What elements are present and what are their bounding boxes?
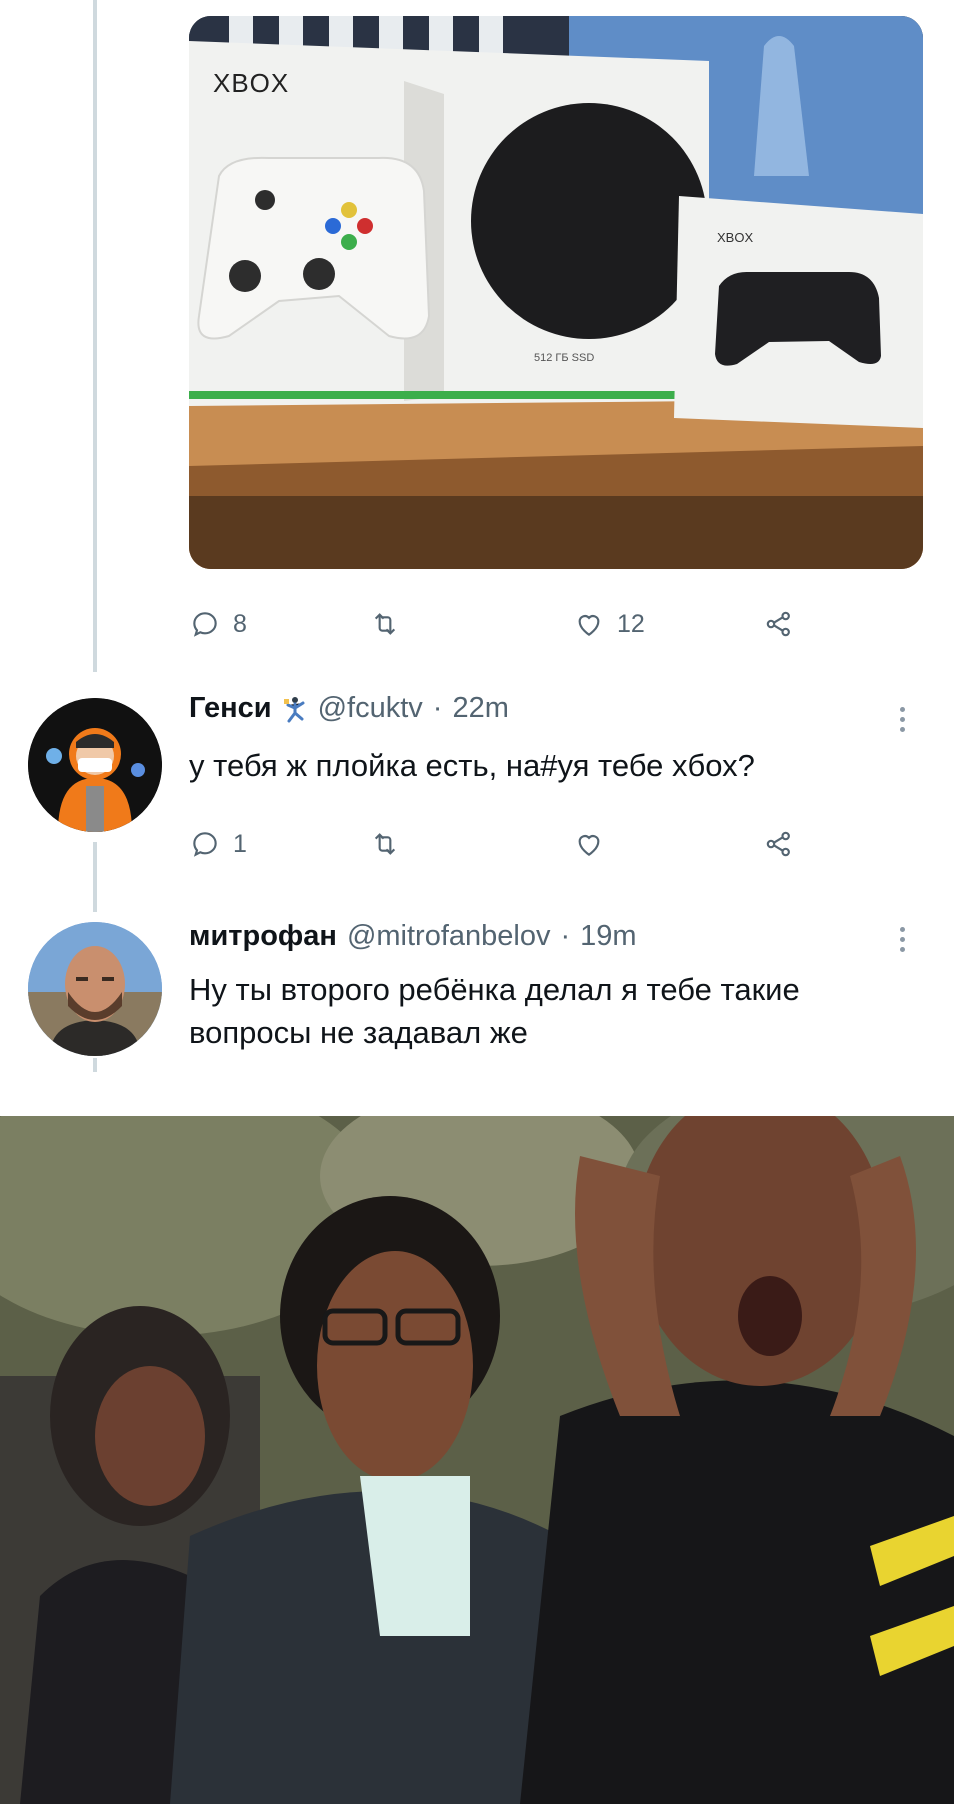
tweet-actions: 8 12 <box>189 602 829 646</box>
xbox-box-photo <box>189 16 923 569</box>
heart-icon <box>578 615 600 636</box>
display-name[interactable]: Генси <box>189 692 272 725</box>
reply-count: 8 <box>233 609 247 638</box>
reply-header: митрофан @mitrofanbelov · 19m <box>189 920 637 953</box>
reply-text: Ну ты второго ребёнка делал я тебе такие… <box>189 968 929 1054</box>
more-options-icon[interactable] <box>898 924 906 958</box>
reply-count: 1 <box>233 829 247 858</box>
reply-tweet[interactable]: Генси @fcuktv · 22m у тебя ж плойка есть… <box>0 680 954 890</box>
heart-icon <box>578 835 600 856</box>
retweet-icon <box>374 613 396 635</box>
reply-tweet[interactable]: митрофан @mitrofanbelov · 19m Ну ты втор… <box>0 912 954 1062</box>
xbox-small-logo-text: XBOX <box>717 230 754 245</box>
storage-text: 512 ГБ SSD <box>534 352 595 364</box>
reply-actions: 1 <box>189 822 829 866</box>
reply-text-line-1: Ну ты второго ребёнка делал я тебе такие <box>189 972 800 1007</box>
reply-button[interactable]: 8 <box>189 602 247 646</box>
reply-header: Генси @fcuktv · 22m <box>189 692 509 725</box>
handle[interactable]: @fcuktv <box>318 692 423 725</box>
meme-image <box>0 1116 954 1804</box>
dancing-person-emoji-icon <box>283 696 305 722</box>
retweet-button[interactable] <box>369 822 401 866</box>
avatar-illustration <box>28 698 162 832</box>
reply-text-line-2: вопросы не задавал же <box>189 1015 528 1050</box>
share-icon <box>766 611 790 637</box>
handle[interactable]: @mitrofanbelov <box>347 920 551 953</box>
avatar[interactable] <box>28 698 162 832</box>
timestamp[interactable]: 22m <box>452 692 508 725</box>
like-count: 12 <box>617 609 645 638</box>
share-button[interactable] <box>763 822 795 866</box>
tweet-media-photo[interactable]: XBOX XBOX 512 ГБ SSD <box>189 16 923 569</box>
separator-dot: · <box>560 920 571 952</box>
share-button[interactable] <box>763 602 795 646</box>
more-options-icon[interactable] <box>898 704 906 738</box>
shocked-reaction-photo <box>0 1116 954 1804</box>
timestamp[interactable]: 19m <box>580 920 636 953</box>
reply-button[interactable]: 1 <box>189 822 247 866</box>
thread-line-top <box>93 0 97 672</box>
avatar[interactable] <box>28 922 162 1056</box>
share-icon <box>766 831 790 857</box>
retweet-icon <box>374 833 396 855</box>
xbox-logo-text: XBOX <box>213 68 290 98</box>
reply-icon <box>193 612 217 637</box>
separator-dot: · <box>432 692 443 724</box>
like-button[interactable]: 12 <box>573 602 645 646</box>
display-name[interactable]: митрофан <box>189 920 337 953</box>
retweet-button[interactable] <box>369 602 413 646</box>
like-button[interactable] <box>573 822 605 866</box>
reply-text: у тебя ж плойка есть, на#уя тебе xбох? <box>189 748 755 783</box>
reply-icon <box>193 832 217 857</box>
avatar-photo <box>28 922 162 1056</box>
